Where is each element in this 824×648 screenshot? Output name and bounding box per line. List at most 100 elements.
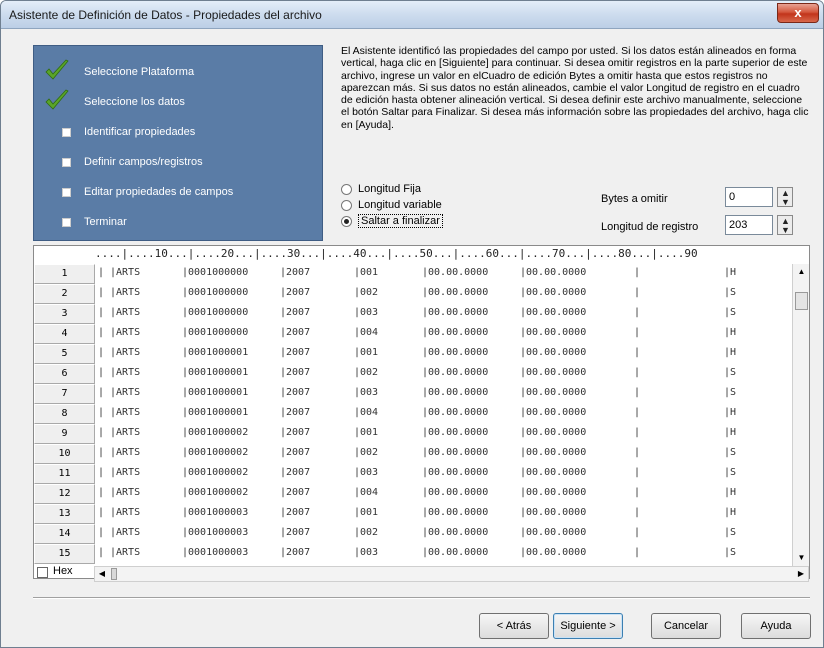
scroll-down-icon[interactable]: ▼: [794, 550, 809, 566]
table-cell: |00.00.0000: [422, 267, 489, 278]
data-preview-grid[interactable]: ....|....10...|....20...|....30...|....4…: [33, 245, 810, 579]
table-cell: |001: [354, 427, 379, 438]
field-separator: |: [98, 467, 105, 478]
table-cell: |00.00.0000: [520, 427, 587, 438]
table-cell: |2007: [280, 367, 311, 378]
row-header[interactable]: 1: [34, 264, 95, 284]
hex-checkbox[interactable]: [37, 567, 48, 578]
row-header[interactable]: 11: [34, 464, 95, 484]
length-spinner[interactable]: ▲ ▼: [777, 215, 793, 235]
field-separator: |: [98, 267, 105, 278]
table-cell: |00.00.0000: [520, 347, 587, 358]
scroll-thumb[interactable]: [795, 292, 808, 310]
row-header[interactable]: 7: [34, 384, 95, 404]
cancel-button[interactable]: Cancelar: [651, 613, 721, 639]
scroll-thumb[interactable]: [111, 568, 117, 580]
help-button[interactable]: Ayuda: [741, 613, 811, 639]
field-separator: |: [634, 307, 641, 318]
row-header[interactable]: 9: [34, 424, 95, 444]
table-row[interactable]: | |ARTS |0001000001 |2007 |002 |00.00.0000 |00…: [96, 364, 790, 384]
table-cell: |0001000001: [182, 387, 249, 398]
row-header[interactable]: 6: [34, 364, 95, 384]
step-label: Identificar propiedades: [84, 126, 196, 138]
table-cell: |0001000003: [182, 547, 249, 558]
field-separator: |: [634, 387, 641, 398]
row-header[interactable]: 15: [34, 544, 95, 564]
scroll-left-icon[interactable]: ◀: [95, 567, 109, 581]
table-row[interactable]: | |ARTS |0001000000 |2007 |003 |00.00.0000 |00…: [96, 304, 790, 324]
field-separator: |: [634, 347, 641, 358]
row-header[interactable]: 13: [34, 504, 95, 524]
table-cell: |ARTS: [110, 427, 141, 438]
spin-down-icon[interactable]: ▼: [781, 226, 790, 235]
bytes-spinner[interactable]: ▲ ▼: [777, 187, 793, 207]
radio-button[interactable]: [341, 184, 352, 195]
table-cell: |0001000003: [182, 527, 249, 538]
radio-button[interactable]: [341, 200, 352, 211]
table-cell: |00.00.0000: [422, 547, 489, 558]
table-row[interactable]: | |ARTS |0001000001 |2007 |003 |00.00.0000 |00…: [96, 384, 790, 404]
table-row[interactable]: | |ARTS |0001000000 |2007 |002 |00.00.0000 |00…: [96, 284, 790, 304]
table-row[interactable]: | |ARTS |0001000003 |2007 |002 |00.00.0000 |00…: [96, 524, 790, 544]
table-row[interactable]: | |ARTS |0001000002 |2007 |001 |00.00.0000 |00…: [96, 424, 790, 444]
table-cell: |00.00.0000: [520, 327, 587, 338]
table-row[interactable]: | |ARTS |0001000003 |2007 |003 |00.00.0000 |00…: [96, 544, 790, 564]
row-header[interactable]: 12: [34, 484, 95, 504]
table-row[interactable]: | |ARTS |0001000002 |2007 |004 |00.00.0000 |00…: [96, 484, 790, 504]
table-cell: |2007: [280, 527, 311, 538]
table-row[interactable]: | |ARTS |0001000000 |2007 |001 |00.00.0000 |00…: [96, 264, 790, 284]
row-header[interactable]: 14: [34, 524, 95, 544]
bytes-to-skip-input[interactable]: [725, 187, 773, 207]
table-cell: |00.00.0000: [422, 387, 489, 398]
table-row[interactable]: | |ARTS |0001000001 |2007 |004 |00.00.0000 |00…: [96, 404, 790, 424]
field-separator: |: [98, 327, 105, 338]
table-row[interactable]: | |ARTS |0001000000 |2007 |004 |00.00.0000 |00…: [96, 324, 790, 344]
horizontal-scrollbar[interactable]: ◀ ▶: [94, 566, 809, 582]
table-row[interactable]: | |ARTS |0001000002 |2007 |003 |00.00.0000 |00…: [96, 464, 790, 484]
table-cell: |ARTS: [110, 527, 141, 538]
scroll-right-icon[interactable]: ▶: [794, 567, 808, 581]
table-cell: |002: [354, 447, 379, 458]
table-cell: |002: [354, 527, 379, 538]
table-cell: |00.00.0000: [422, 367, 489, 378]
table-cell: |S: [724, 367, 737, 378]
back-button[interactable]: < Atrás: [479, 613, 549, 639]
table-cell: |00.00.0000: [422, 527, 489, 538]
bullet-box-icon: [62, 218, 71, 227]
table-cell: |ARTS: [110, 407, 141, 418]
next-button[interactable]: Siguiente >: [553, 613, 623, 639]
vertical-scrollbar[interactable]: ▲ ▼: [792, 264, 809, 566]
table-cell: |001: [354, 347, 379, 358]
table-cell: |00.00.0000: [520, 287, 587, 298]
field-separator: |: [98, 547, 105, 558]
row-header[interactable]: 10: [34, 444, 95, 464]
table-cell: |S: [724, 527, 737, 538]
row-header[interactable]: 3: [34, 304, 95, 324]
record-length-input[interactable]: [725, 215, 773, 235]
data-rows[interactable]: | |ARTS |0001000000 |2007 |001 |00.00.0000 |00…: [96, 264, 790, 566]
close-button[interactable]: x: [777, 3, 819, 23]
field-separator: |: [634, 407, 641, 418]
table-cell: |00.00.0000: [422, 307, 489, 318]
table-row[interactable]: | |ARTS |0001000002 |2007 |002 |00.00.0000 |00…: [96, 444, 790, 464]
table-cell: |00.00.0000: [520, 527, 587, 538]
scroll-up-icon[interactable]: ▲: [794, 264, 809, 280]
row-header[interactable]: 5: [34, 344, 95, 364]
table-cell: |0001000000: [182, 267, 249, 278]
field-separator: |: [98, 507, 105, 518]
table-cell: |0001000003: [182, 507, 249, 518]
table-cell: |2007: [280, 507, 311, 518]
table-cell: |2007: [280, 447, 311, 458]
spin-down-icon[interactable]: ▼: [781, 198, 790, 207]
radio-button-selected[interactable]: [341, 216, 352, 227]
table-cell: |2007: [280, 467, 311, 478]
table-cell: |00.00.0000: [520, 387, 587, 398]
table-cell: |00.00.0000: [520, 367, 587, 378]
table-cell: |ARTS: [110, 267, 141, 278]
table-row[interactable]: | |ARTS |0001000001 |2007 |001 |00.00.0000 |00…: [96, 344, 790, 364]
row-header[interactable]: 2: [34, 284, 95, 304]
table-row[interactable]: | |ARTS |0001000003 |2007 |001 |00.00.0000 |00…: [96, 504, 790, 524]
row-header[interactable]: 4: [34, 324, 95, 344]
row-header[interactable]: 8: [34, 404, 95, 424]
table-cell: |2007: [280, 387, 311, 398]
